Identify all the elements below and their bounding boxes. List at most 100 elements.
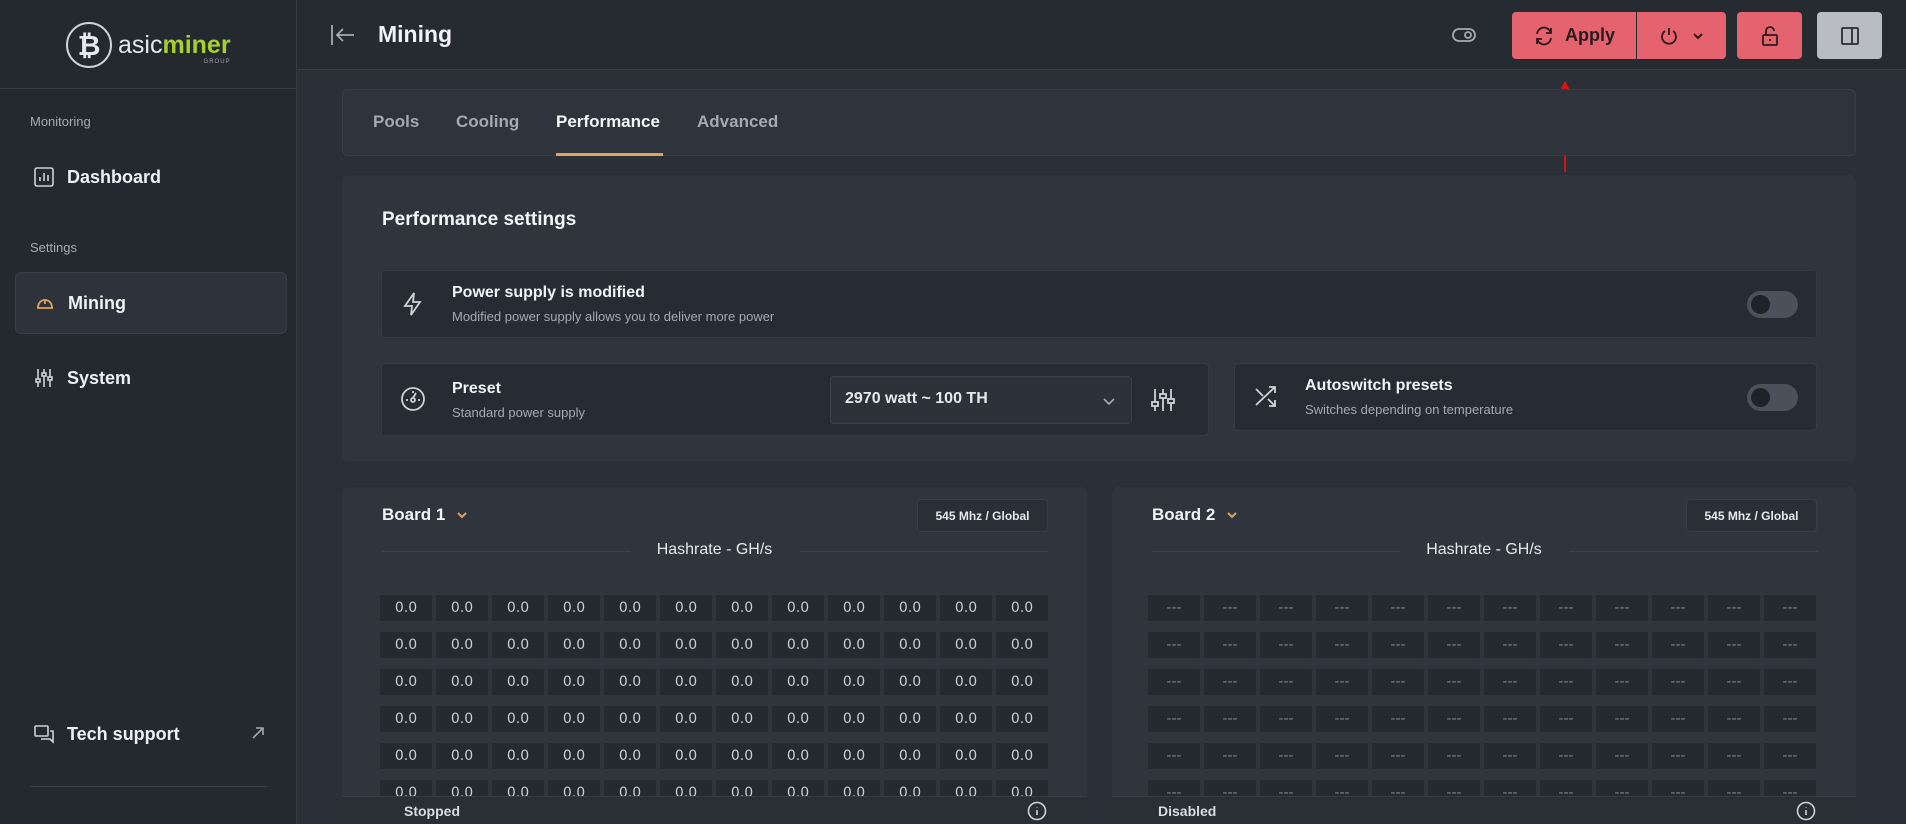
lock-button[interactable] <box>1737 12 1802 59</box>
hashrate-cell: 0.0 <box>940 743 992 769</box>
hashrate-cell: --- <box>1260 595 1312 621</box>
power-supply-row: Power supply is modified Modified power … <box>381 270 1817 338</box>
hashrate-cell: --- <box>1148 669 1200 695</box>
hashrate-cell: 0.0 <box>884 669 936 695</box>
hashrate-cell: --- <box>1204 743 1256 769</box>
preset-tuning-icon[interactable] <box>1150 387 1176 413</box>
hashrate-cell: --- <box>1652 669 1704 695</box>
hashrate-cell: --- <box>1428 706 1480 732</box>
hashrate-cell: --- <box>1316 706 1368 732</box>
hashrate-cell: 0.0 <box>716 706 768 732</box>
toggle-view-icon[interactable] <box>1451 24 1477 46</box>
chat-support-icon <box>33 723 55 745</box>
board-name: Board 2 <box>1152 505 1216 524</box>
gauge-icon <box>400 386 426 412</box>
preset-select[interactable]: 2970 watt ~ 100 TH <box>830 376 1132 424</box>
info-icon[interactable] <box>1027 801 1047 821</box>
tab-cooling[interactable]: Cooling <box>456 112 519 132</box>
lightning-icon <box>400 291 426 317</box>
hashrate-title: Hashrate - GH/s <box>1112 541 1856 559</box>
hashrate-cell: 0.0 <box>996 632 1048 658</box>
hashrate-cell: --- <box>1708 706 1760 732</box>
hashrate-cell: 0.0 <box>604 595 656 621</box>
hashrate-cell: --- <box>1540 706 1592 732</box>
tab-performance[interactable]: Performance <box>556 112 660 132</box>
hashrate-cell: --- <box>1316 669 1368 695</box>
hashrate-cell: --- <box>1260 706 1312 732</box>
sidebar-item-mining[interactable]: Mining <box>15 272 287 334</box>
section-label-settings: Settings <box>30 240 77 255</box>
hashrate-cell: 0.0 <box>492 743 544 769</box>
hashrate-cell: 0.0 <box>660 706 712 732</box>
asicminer-logo[interactable]: ₿ asicminer GROUP <box>66 18 231 72</box>
hashrate-cell: --- <box>1764 669 1816 695</box>
info-icon[interactable] <box>1796 801 1816 821</box>
autoswitch-desc: Switches depending on temperature <box>1305 402 1514 417</box>
hashrate-cell: 0.0 <box>380 632 432 658</box>
hashrate-cell: --- <box>1764 632 1816 658</box>
chart-icon <box>33 166 55 188</box>
settings-tabs: Pools Cooling Performance Advanced <box>342 89 1856 156</box>
autoswitch-toggle[interactable] <box>1747 384 1798 411</box>
hashrate-cell: 0.0 <box>548 743 600 769</box>
hashrate-cell: 0.0 <box>828 595 880 621</box>
unlock-icon <box>1761 25 1778 46</box>
sidebar-item-label: Tech support <box>67 723 180 744</box>
collapse-sidebar-icon[interactable] <box>329 22 357 48</box>
autoswitch-row: Autoswitch presets Switches depending on… <box>1234 363 1817 431</box>
tab-advanced[interactable]: Advanced <box>697 112 778 132</box>
hashrate-cell: --- <box>1708 743 1760 769</box>
divider <box>1570 551 1818 552</box>
hashrate-cell: 0.0 <box>660 595 712 621</box>
sidebar-item-dashboard[interactable]: Dashboard <box>15 146 287 208</box>
sidebar-item-tech-support[interactable]: Tech support <box>15 703 287 765</box>
hashrate-cell: 0.0 <box>996 706 1048 732</box>
power-icon <box>1660 27 1677 45</box>
hashrate-cell: --- <box>1316 632 1368 658</box>
hashrate-cell: --- <box>1372 632 1424 658</box>
hashrate-cell: --- <box>1372 595 1424 621</box>
board-selector[interactable]: Board 1 <box>382 505 469 525</box>
sidebar-item-label: Mining <box>68 292 126 313</box>
hashrate-cell: --- <box>1652 743 1704 769</box>
divider <box>30 786 267 787</box>
hashrate-cell: 0.0 <box>996 743 1048 769</box>
hashrate-cell: 0.0 <box>828 743 880 769</box>
sidebar-item-system[interactable]: System <box>15 347 287 409</box>
section-label-monitoring: Monitoring <box>30 114 91 129</box>
chevron-down-icon <box>457 512 468 519</box>
frequency-badge[interactable]: 545 Mhz / Global <box>1686 499 1817 532</box>
hashrate-cell: --- <box>1316 595 1368 621</box>
power-supply-toggle[interactable] <box>1747 291 1798 318</box>
hashrate-cell: 0.0 <box>604 669 656 695</box>
bitcoin-logo-icon: ₿ <box>66 22 112 68</box>
hashrate-cell: --- <box>1484 669 1536 695</box>
hashrate-cell: 0.0 <box>548 669 600 695</box>
power-menu-button[interactable] <box>1637 12 1726 59</box>
hashrate-cell: 0.0 <box>436 632 488 658</box>
hashrate-cell: --- <box>1428 632 1480 658</box>
performance-settings-card: Performance settings Power supply is mod… <box>342 175 1856 461</box>
frequency-badge[interactable]: 545 Mhz / Global <box>917 499 1048 532</box>
hashrate-cell: --- <box>1596 669 1648 695</box>
hashrate-cell: 0.0 <box>828 632 880 658</box>
tab-pools[interactable]: Pools <box>373 112 419 132</box>
hashrate-cell: --- <box>1596 595 1648 621</box>
hashrate-cell: --- <box>1708 595 1760 621</box>
toggle-panel-button[interactable] <box>1817 12 1882 59</box>
power-supply-title: Power supply is modified <box>452 284 645 301</box>
hashrate-cell: --- <box>1372 743 1424 769</box>
hashrate-cell: --- <box>1260 632 1312 658</box>
hashrate-cell: 0.0 <box>772 595 824 621</box>
board-selector[interactable]: Board 2 <box>1152 505 1239 525</box>
hashrate-cell: 0.0 <box>940 669 992 695</box>
hashrate-cell: --- <box>1484 595 1536 621</box>
hashrate-cell: 0.0 <box>884 706 936 732</box>
panel-icon <box>1840 26 1859 45</box>
hashrate-cell: 0.0 <box>604 743 656 769</box>
hashrate-cell: --- <box>1372 706 1424 732</box>
apply-button[interactable]: Apply <box>1512 12 1636 59</box>
hashrate-cell: --- <box>1428 743 1480 769</box>
hashrate-cell: 0.0 <box>604 706 656 732</box>
hashrate-cell: 0.0 <box>996 595 1048 621</box>
